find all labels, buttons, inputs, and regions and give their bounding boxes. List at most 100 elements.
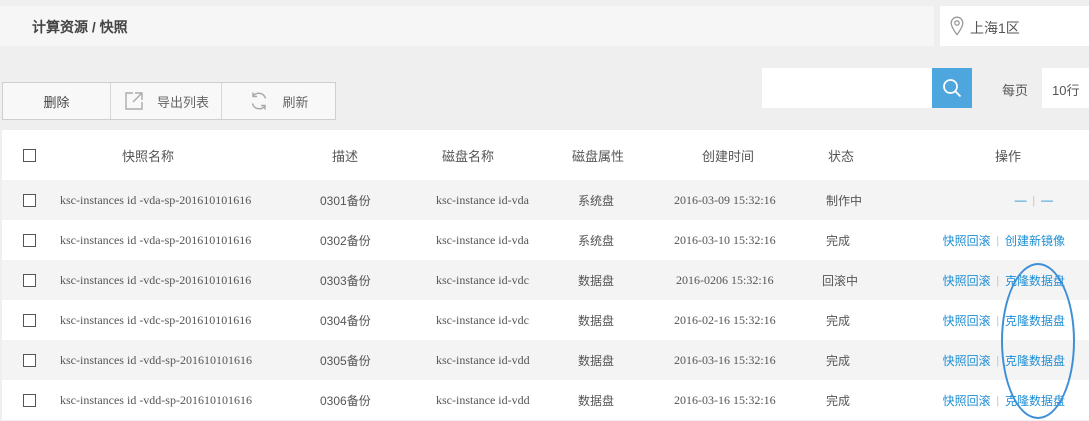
create-time: 2016-03-16 15:32:16 xyxy=(674,392,776,407)
column-header-desc[interactable]: 描述 xyxy=(332,130,358,180)
export-list-button[interactable]: 导出列表 xyxy=(111,83,222,119)
row-checkbox[interactable] xyxy=(23,233,36,247)
region-label: 上海1区 xyxy=(970,20,1020,36)
rollback-snapshot-link[interactable]: 快照回滚 xyxy=(943,392,991,409)
column-header-attr[interactable]: 磁盘属性 xyxy=(572,130,624,180)
status: 完成 xyxy=(826,393,851,408)
clone-data-disk-link[interactable]: 克隆数据盘 xyxy=(1005,352,1065,369)
snapshot-desc: 0304备份 xyxy=(320,313,371,328)
delete-label: 删除 xyxy=(43,94,70,110)
disk-attr: 系统盘 xyxy=(578,193,615,208)
snapshot-desc: 0303备份 xyxy=(320,273,371,288)
create-time: 2016-03-10 15:32:16 xyxy=(674,232,776,247)
table-row[interactable]: ksc-instances id -vdd-sp-201610101616 03… xyxy=(2,340,1089,380)
create-time: 2016-0206 15:32:16 xyxy=(676,272,774,287)
disk-attr: 数据盘 xyxy=(578,353,615,368)
snapshot-name: ksc-instances id -vdd-sp-201610101616 xyxy=(60,392,252,407)
disk-name: ksc-instance id-vdc xyxy=(436,272,529,287)
rollback-snapshot-link[interactable]: 快照回滚 xyxy=(943,272,991,289)
disk-name: ksc-instance id-vda xyxy=(436,192,529,207)
select-all-checkbox[interactable] xyxy=(23,148,36,162)
row-checkbox-cell xyxy=(23,220,36,260)
disk-name: ksc-instance id-vdc xyxy=(436,312,529,327)
action-separator: | xyxy=(996,352,999,367)
snapshot-name: ksc-instances id -vda-sp-201610101616 xyxy=(60,232,252,247)
table-row[interactable]: ksc-instances id -vda-sp-201610101616 03… xyxy=(2,220,1089,260)
row-checkbox[interactable] xyxy=(23,273,36,287)
per-page-select[interactable]: 10行 xyxy=(1042,68,1089,108)
action-separator: | xyxy=(1032,192,1035,207)
clone-data-disk-link[interactable]: 克隆数据盘 xyxy=(1005,312,1065,329)
search-icon xyxy=(943,79,962,98)
row-checkbox[interactable] xyxy=(23,193,36,207)
disk-attr: 数据盘 xyxy=(578,393,615,408)
create-time: 2016-02-16 15:32:16 xyxy=(674,312,776,327)
row-checkbox[interactable] xyxy=(23,313,36,327)
select-all-checkbox-cell xyxy=(23,130,36,180)
row-checkbox-cell xyxy=(23,380,36,420)
status: 回滚中 xyxy=(822,273,859,288)
action-disabled-1: — xyxy=(1014,193,1027,207)
refresh-icon xyxy=(252,92,267,110)
column-header-disk[interactable]: 磁盘名称 xyxy=(442,130,494,180)
search-button[interactable] xyxy=(932,68,972,108)
column-header-time[interactable]: 创建时间 xyxy=(702,130,754,180)
status: 制作中 xyxy=(826,193,863,208)
location-pin-icon xyxy=(950,16,964,36)
per-page-label: 每页 xyxy=(1002,83,1029,98)
row-actions: 快照回滚 | 创建新镜像 xyxy=(943,220,1065,260)
column-header-name[interactable]: 快照名称 xyxy=(122,130,174,180)
disk-attr: 数据盘 xyxy=(578,273,615,288)
column-header-ops: 操作 xyxy=(995,148,1022,164)
snapshot-desc: 0302备份 xyxy=(320,233,371,248)
table-header: 快照名称 描述 磁盘名称 磁盘属性 创建时间 状态 操作 xyxy=(2,130,1089,180)
disk-attr: 数据盘 xyxy=(578,313,615,328)
snapshot-name: ksc-instances id -vdd-sp-201610101616 xyxy=(60,352,252,367)
refresh-button[interactable]: 刷新 xyxy=(222,83,335,119)
snapshot-name: ksc-instances id -vdc-sp-201610101616 xyxy=(60,312,252,327)
row-checkbox-cell xyxy=(23,260,36,300)
action-separator: | xyxy=(996,312,999,327)
rollback-snapshot-link[interactable]: 快照回滚 xyxy=(943,232,991,249)
disk-attr: 系统盘 xyxy=(578,233,615,248)
status: 完成 xyxy=(826,233,851,248)
snapshot-name: ksc-instances id -vdc-sp-201610101616 xyxy=(60,272,252,287)
row-actions: 快照回滚 | 克隆数据盘 xyxy=(943,340,1065,380)
rollback-snapshot-link[interactable]: 快照回滚 xyxy=(943,312,991,329)
search-input[interactable] xyxy=(762,68,934,108)
row-actions: 快照回滚 | 克隆数据盘 xyxy=(943,260,1065,300)
delete-button[interactable]: 删除 xyxy=(3,83,111,119)
create-image-link[interactable]: 创建新镜像 xyxy=(1005,232,1065,249)
row-checkbox[interactable] xyxy=(23,393,36,407)
table-row[interactable]: ksc-instances id -vdc-sp-201610101616 03… xyxy=(2,260,1089,300)
page-title: 计算资源 / 快照 xyxy=(32,19,128,35)
export-label: 导出列表 xyxy=(156,94,209,110)
row-checkbox-cell xyxy=(23,340,36,380)
snapshot-name: ksc-instances id -vda-sp-201610101616 xyxy=(60,192,252,207)
row-checkbox-cell xyxy=(23,180,36,220)
action-separator: | xyxy=(996,392,999,407)
refresh-label: 刷新 xyxy=(282,94,309,110)
status: 完成 xyxy=(826,353,851,368)
top-bar: 计算资源 / 快照 上海1区 xyxy=(0,0,1089,48)
disk-name: ksc-instance id-vda xyxy=(436,232,529,247)
row-checkbox[interactable] xyxy=(23,353,36,367)
column-header-status[interactable]: 状态 xyxy=(828,130,854,180)
region-selector[interactable]: 上海1区 xyxy=(940,6,1089,46)
action-separator: | xyxy=(996,232,999,247)
breadcrumb: 计算资源 / 快照 xyxy=(0,6,934,46)
table-row[interactable]: ksc-instances id -vda-sp-201610101616 03… xyxy=(2,180,1089,220)
clone-data-disk-link[interactable]: 克隆数据盘 xyxy=(1005,272,1065,289)
status: 完成 xyxy=(826,313,851,328)
create-time: 2016-03-16 15:32:16 xyxy=(674,352,776,367)
snapshot-desc: 0305备份 xyxy=(320,353,371,368)
clone-data-disk-link[interactable]: 克隆数据盘 xyxy=(1005,392,1065,409)
rollback-snapshot-link[interactable]: 快照回滚 xyxy=(943,352,991,369)
action-separator: | xyxy=(996,272,999,287)
disk-name: ksc-instance id-vdd xyxy=(436,352,530,367)
table-row[interactable]: ksc-instances id -vdc-sp-201610101616 03… xyxy=(2,300,1089,340)
table-row[interactable]: ksc-instances id -vdd-sp-201610101616 03… xyxy=(2,380,1089,420)
row-checkbox-cell xyxy=(23,300,36,340)
toolbar: 删除 导出列表 刷新 xyxy=(2,82,336,120)
create-time: 2016-03-09 15:32:16 xyxy=(674,192,776,207)
